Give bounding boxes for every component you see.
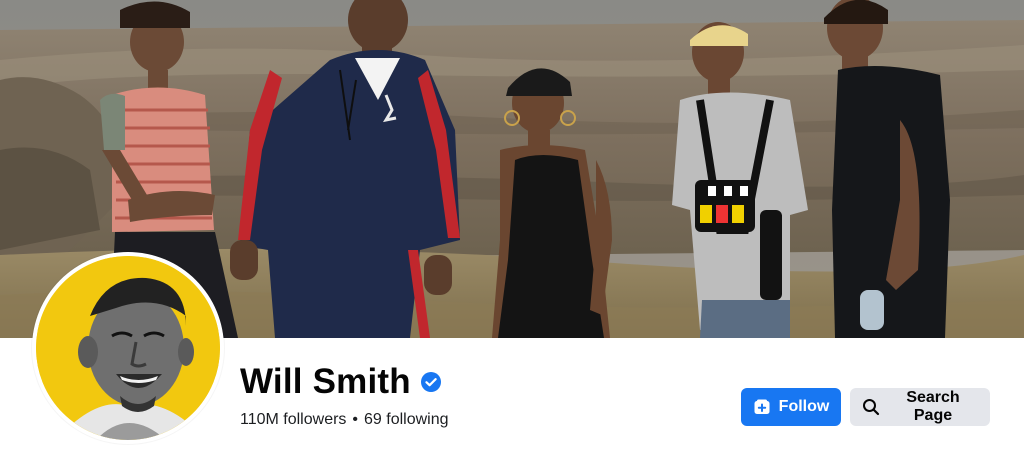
search-page-button-label: Search Page (906, 389, 960, 424)
avatar[interactable] (36, 256, 220, 440)
page-title: Will Smith (240, 362, 411, 401)
search-page-button[interactable]: Search Page (850, 388, 990, 426)
followers-count[interactable]: 110M followers (240, 411, 346, 429)
search-icon (862, 398, 880, 416)
follow-plus-icon (753, 398, 771, 416)
stats-separator: • (352, 411, 359, 428)
profile-picture-frame[interactable] (32, 252, 224, 444)
verified-badge-icon[interactable] (420, 372, 441, 392)
avatar-image (36, 256, 220, 440)
following-count[interactable]: 69 following (364, 411, 449, 429)
follow-stats: 110M followers • 69 following (240, 411, 449, 429)
follow-button[interactable]: Follow (741, 388, 841, 426)
page-title-row: Will Smith (240, 362, 441, 402)
follow-button-label: Follow (778, 398, 830, 415)
